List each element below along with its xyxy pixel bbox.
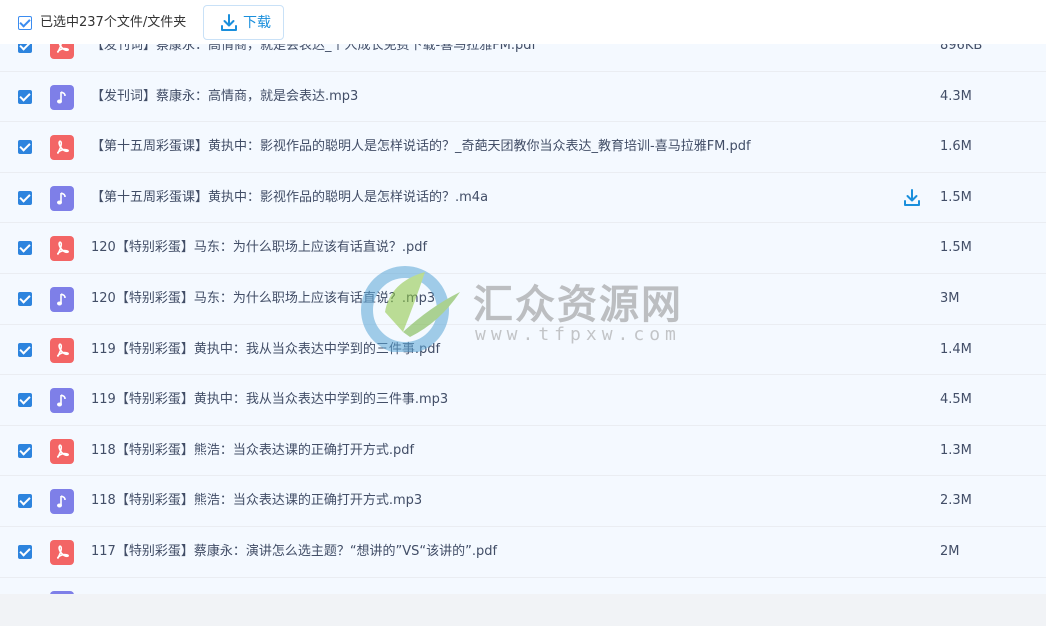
row-checkbox[interactable]	[18, 544, 32, 559]
file-row[interactable]: 【发刊词】蔡康永：高情商，就是会表达.mp3 4.3M	[0, 71, 1046, 123]
file-name[interactable]: 117【特别彩蛋】蔡康永：演讲怎么选主题？“想讲的”VS“该讲的”.pdf	[91, 543, 497, 561]
row-checkbox[interactable]	[18, 241, 32, 256]
music-note-icon	[50, 286, 74, 312]
row-checkbox[interactable]	[18, 393, 32, 408]
pdf-icon	[50, 135, 74, 161]
file-size: 896KB	[940, 44, 983, 53]
row-checkbox[interactable]	[18, 443, 32, 458]
download-icon	[221, 14, 237, 31]
file-manager: 【发刊词】蔡康永：高情商，就是会表达_个人成长免费下载-喜马拉雅FM.pdf 89…	[0, 0, 1046, 626]
row-download-icon[interactable]	[902, 188, 922, 212]
pdf-icon	[50, 236, 74, 262]
file-row[interactable]: 119【特别彩蛋】黄执中：我从当众表达中学到的三件事.mp3 4.5M	[0, 375, 1046, 426]
file-list: 【发刊词】蔡康永：高情商，就是会表达_个人成长免费下载-喜马拉雅FM.pdf 89…	[0, 44, 1046, 594]
file-name[interactable]: 【第十五周彩蛋课】黄执中：影视作品的聪明人是怎样说话的？_奇葩天团教你当众表达_…	[91, 138, 751, 156]
file-name[interactable]: 【发刊词】蔡康永：高情商，就是会表达_个人成长免费下载-喜马拉雅FM.pdf	[91, 44, 536, 55]
row-checkbox[interactable]	[18, 89, 32, 104]
file-name[interactable]: 120【特别彩蛋】马东：为什么职场上应该有话直说？.pdf	[91, 239, 427, 257]
file-name[interactable]: 【发刊词】蔡康永：高情商，就是会表达.mp3	[91, 88, 358, 106]
pdf-icon	[50, 539, 74, 565]
file-size: 3M	[940, 290, 960, 306]
file-name[interactable]: 119【特别彩蛋】黄执中：我从当众表达中学到的三件事.pdf	[91, 341, 440, 359]
music-note-icon	[50, 185, 74, 211]
file-size: 4.3M	[940, 88, 972, 104]
row-checkbox[interactable]	[18, 190, 32, 205]
selection-toolbar: 已选中237个文件/文件夹 下载	[0, 0, 1046, 44]
music-note-icon	[50, 489, 74, 515]
file-row[interactable]: 【发刊词】蔡康永：高情商，就是会表达_个人成长免费下载-喜马拉雅FM.pdf 89…	[0, 44, 1046, 72]
file-name[interactable]: 120【特别彩蛋】马东：为什么职场上应该有话直说？.mp3	[91, 290, 435, 308]
list-footer	[0, 594, 1046, 626]
file-row[interactable]	[0, 577, 1046, 594]
row-checkbox[interactable]	[18, 140, 32, 155]
file-name[interactable]: 118【特别彩蛋】熊浩：当众表达课的正确打开方式.mp3	[91, 492, 422, 510]
row-checkbox[interactable]	[18, 494, 32, 509]
row-checkbox[interactable]	[18, 44, 32, 53]
file-size: 2M	[940, 543, 960, 559]
file-row[interactable]: 120【特别彩蛋】马东：为什么职场上应该有话直说？.pdf 1.5M	[0, 223, 1046, 274]
music-note-icon	[50, 84, 74, 110]
file-row[interactable]: 117【特别彩蛋】蔡康永：演讲怎么选主题？“想讲的”VS“该讲的”.pdf 2M	[0, 526, 1046, 578]
file-list-rows: 【发刊词】蔡康永：高情商，就是会表达_个人成长免费下载-喜马拉雅FM.pdf 89…	[0, 44, 1046, 594]
select-all-checkbox[interactable]	[18, 16, 32, 30]
file-row[interactable]: 119【特别彩蛋】黄执中：我从当众表达中学到的三件事.pdf 1.4M	[0, 324, 1046, 376]
pdf-icon	[50, 337, 74, 363]
file-row[interactable]: 120【特别彩蛋】马东：为什么职场上应该有话直说？.mp3 3M	[0, 273, 1046, 325]
file-size: 2.3M	[940, 493, 972, 509]
selection-count-text: 已选中237个文件/文件夹	[40, 15, 187, 30]
file-name[interactable]: 118【特别彩蛋】熊浩：当众表达课的正确打开方式.pdf	[91, 442, 414, 460]
row-checkbox[interactable]	[18, 342, 32, 357]
file-size: 1.4M	[940, 341, 972, 357]
file-size: 1.5M	[940, 189, 972, 205]
file-size: 1.5M	[940, 240, 972, 256]
download-button[interactable]: 下载	[203, 5, 284, 40]
music-note-icon	[50, 388, 74, 414]
download-button-label: 下载	[243, 15, 271, 31]
row-checkbox[interactable]	[18, 291, 32, 306]
pdf-icon	[50, 438, 74, 464]
file-row[interactable]: 【第十五周彩蛋课】黄执中：影视作品的聪明人是怎样说话的？_奇葩天团教你当众表达_…	[0, 122, 1046, 173]
file-row[interactable]: 【第十五周彩蛋课】黄执中：影视作品的聪明人是怎样说话的？.m4a 1.5M	[0, 172, 1046, 224]
file-row[interactable]: 118【特别彩蛋】熊浩：当众表达课的正确打开方式.pdf 1.3M	[0, 425, 1046, 477]
file-size: 1.3M	[940, 442, 972, 458]
file-name[interactable]: 【第十五周彩蛋课】黄执中：影视作品的聪明人是怎样说话的？.m4a	[91, 189, 488, 207]
file-row[interactable]: 118【特别彩蛋】熊浩：当众表达课的正确打开方式.mp3 2.3M	[0, 476, 1046, 527]
file-name[interactable]: 119【特别彩蛋】黄执中：我从当众表达中学到的三件事.mp3	[91, 391, 448, 409]
file-size: 4.5M	[940, 392, 972, 408]
file-size: 1.6M	[940, 139, 972, 155]
pdf-icon	[50, 44, 74, 59]
